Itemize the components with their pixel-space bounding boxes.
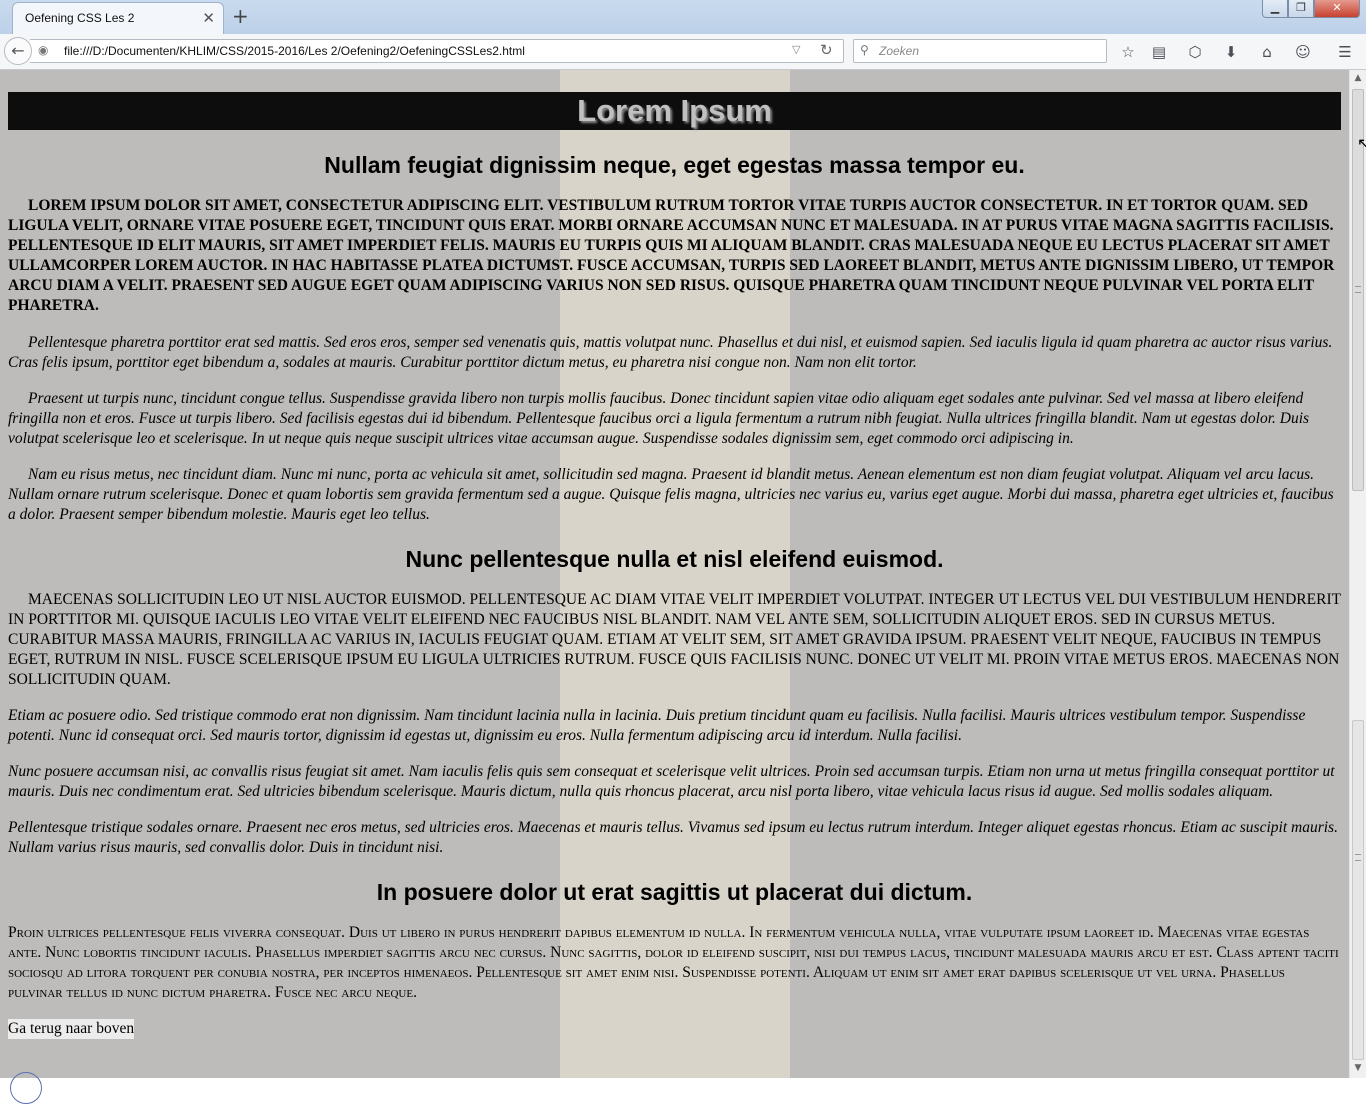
site-identity-icon[interactable]: ◉ xyxy=(38,43,48,57)
section-heading-1: Nullam feugiat dignissim neque, eget ege… xyxy=(324,152,1025,178)
section3-paragraph-1: Proin ultrices pellentesque felis viverr… xyxy=(8,924,1339,1001)
new-tab-icon[interactable]: + xyxy=(232,4,249,28)
chat-icon[interactable]: ☺ xyxy=(1293,42,1313,62)
scrollbar-track-segment[interactable] xyxy=(1352,720,1364,1060)
page-circle-fragment xyxy=(10,1072,42,1104)
tab-title: Oefening CSS Les 2 xyxy=(25,11,135,25)
page-title-banner: Lorem Ipsum xyxy=(8,92,1341,130)
section2-paragraph-4: Pellentesque tristique sodales ornare. P… xyxy=(8,819,1338,856)
section2-paragraph-3: Nunc posuere accumsan nisi, ac convallis… xyxy=(8,763,1335,800)
section1-paragraph-2: Pellentesque pharetra porttitor erat sed… xyxy=(8,334,1333,371)
scroll-down-arrow-icon[interactable]: ▼ xyxy=(1350,1060,1366,1076)
tab-strip: Oefening CSS Les 2 ✕ + ▁ ❐ ✕ xyxy=(0,0,1366,34)
address-bar[interactable]: ◉ file:///D:/Documenten/KHLIM/CSS/2015-2… xyxy=(30,39,844,63)
page-scrollbar[interactable]: ▲ ▼ xyxy=(1349,70,1366,1078)
back-button[interactable]: ← xyxy=(4,37,32,65)
bookmark-star-icon[interactable]: ☆ xyxy=(1118,42,1138,62)
section-heading-2: Nunc pellentesque nulla et nisl eleifend… xyxy=(405,546,944,572)
mouse-cursor-icon: ↖ xyxy=(1357,134,1366,153)
url-history-dropdown-icon[interactable]: ▽ xyxy=(792,43,800,56)
search-placeholder: Zoeken xyxy=(879,44,920,58)
section2-paragraph-1: Maecenas sollicitudin leo ut nisl auctor… xyxy=(8,591,1341,688)
pocket-icon[interactable]: ⬡ xyxy=(1185,42,1205,62)
scrollbar-grip-icon xyxy=(1355,286,1361,293)
back-to-top-link[interactable]: Ga terug naar boven xyxy=(8,1019,135,1039)
close-window-button[interactable]: ✕ xyxy=(1314,0,1360,18)
section2-paragraph-2: Etiam ac posuere odio. Sed tristique com… xyxy=(8,707,1306,744)
scrollbar-grip-icon xyxy=(1355,854,1361,861)
search-input[interactable]: ⚲ Zoeken xyxy=(853,39,1107,63)
url-text[interactable]: file:///D:/Documenten/KHLIM/CSS/2015-201… xyxy=(64,44,525,58)
downloads-icon[interactable]: ⬇ xyxy=(1221,42,1241,62)
search-icon: ⚲ xyxy=(860,43,869,57)
menu-icon[interactable]: ☰ xyxy=(1335,42,1355,62)
minimize-window-button[interactable]: ▁ xyxy=(1262,0,1288,18)
home-icon[interactable]: ⌂ xyxy=(1257,42,1277,62)
reload-icon[interactable]: ↻ xyxy=(820,41,833,59)
back-arrow-icon: ← xyxy=(11,41,25,60)
page-viewport: Lorem Ipsum Nullam feugiat dignissim neq… xyxy=(0,70,1349,1078)
section1-paragraph-1: Lorem ipsum dolor sit amet, consectetur … xyxy=(8,197,1335,314)
section1-paragraph-4: Nam eu risus metus, nec tincidunt diam. … xyxy=(8,466,1334,523)
active-tab[interactable]: Oefening CSS Les 2 ✕ xyxy=(12,2,224,34)
page-content: Lorem Ipsum Nullam feugiat dignissim neq… xyxy=(8,92,1341,1039)
close-tab-icon[interactable]: ✕ xyxy=(202,9,215,27)
reading-list-icon[interactable]: ▤ xyxy=(1149,42,1169,62)
scroll-up-arrow-icon[interactable]: ▲ xyxy=(1350,70,1366,86)
section-heading-3: In posuere dolor ut erat sagittis ut pla… xyxy=(376,879,973,905)
maximize-window-button[interactable]: ❐ xyxy=(1288,0,1314,18)
navigation-toolbar: ◉ file:///D:/Documenten/KHLIM/CSS/2015-2… xyxy=(0,34,1366,70)
section1-paragraph-3: Praesent ut turpis nunc, tincidunt congu… xyxy=(8,390,1310,447)
